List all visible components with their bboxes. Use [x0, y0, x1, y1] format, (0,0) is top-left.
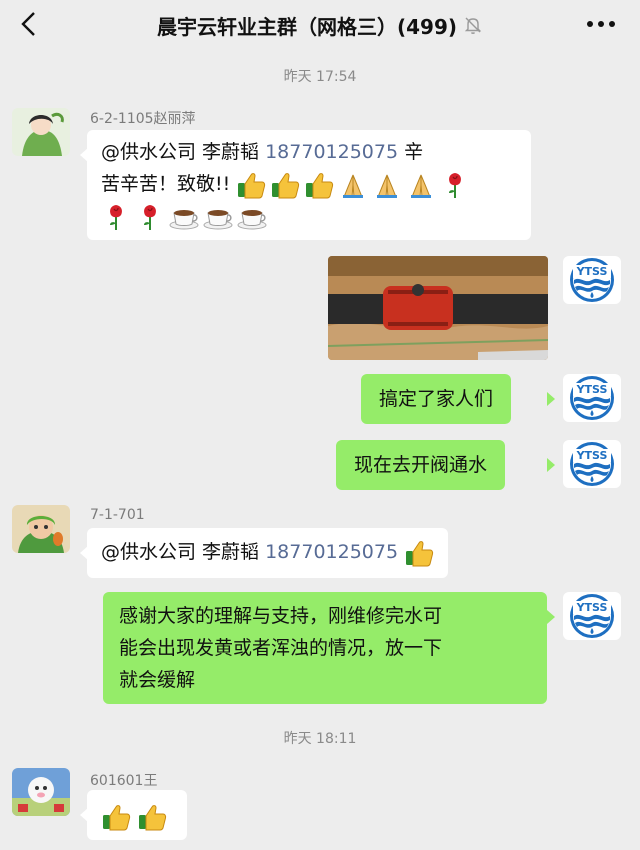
- message-bubble[interactable]: 感谢大家的理解与支持，刚维修完水可 能会出现发黄或者浑浊的情况，放一下 就会缓解: [103, 592, 547, 704]
- chat-title-wrap[interactable]: 晨宇云轩业主群（网格三）(499): [157, 11, 483, 40]
- message-text: @供水公司 李蔚韬: [101, 541, 266, 563]
- message-text: 辛: [398, 141, 424, 163]
- emoji-row: [101, 203, 267, 231]
- message-text: 搞定了家人们: [379, 388, 494, 410]
- bubble-tail: [547, 458, 555, 472]
- thumbs-up-icon: [137, 803, 167, 831]
- emoji-row: [236, 171, 470, 199]
- avatar-ytss[interactable]: YTSS: [563, 592, 621, 640]
- thumbs-up-icon: [304, 171, 334, 199]
- avatar-label: YTSS: [576, 265, 608, 278]
- avatar-ytss[interactable]: YTSS: [563, 374, 621, 422]
- chat-title: 晨宇云轩业主群（网格三）(499): [156, 14, 458, 39]
- sender-name: 6-2-1105赵丽萍: [90, 111, 196, 127]
- pray-icon: [372, 171, 402, 199]
- avatar-ytss[interactable]: YTSS: [563, 440, 621, 488]
- message-bubble[interactable]: @供水公司 李蔚韬 18770125075: [87, 528, 449, 578]
- timestamp: 昨天 18:11: [283, 731, 357, 747]
- avatar[interactable]: [12, 505, 70, 553]
- chevron-left-icon[interactable]: [14, 9, 44, 39]
- tea-icon: [203, 203, 233, 231]
- tea-icon: [237, 203, 267, 231]
- timestamp: 昨天 17:54: [283, 69, 357, 85]
- avatar[interactable]: [12, 768, 70, 816]
- avatar-label: YTSS: [576, 449, 608, 462]
- thumbs-up-icon: [101, 803, 131, 831]
- message-bubble[interactable]: 搞定了家人们: [361, 374, 512, 424]
- sender-name: 7-1-701: [90, 507, 145, 523]
- chat-header: 晨宇云轩业主群（网格三）(499): [0, 0, 640, 50]
- message-bubble[interactable]: 现在去开阀通水: [336, 440, 506, 490]
- more-dots-icon[interactable]: [584, 10, 618, 38]
- pray-icon: [406, 171, 436, 199]
- avatar-label: YTSS: [576, 601, 608, 614]
- message-bubble[interactable]: @供水公司 李蔚韬 18770125075 辛 苦辛苦！致敬!!: [87, 130, 531, 240]
- thumbs-up-icon: [270, 171, 300, 199]
- message-text: 现在去开阀通水: [354, 454, 488, 476]
- avatar-label: YTSS: [576, 383, 608, 396]
- message-bubble[interactable]: [87, 790, 187, 840]
- thumbs-up-icon: [236, 171, 266, 199]
- avatar-ytss[interactable]: YTSS: [563, 256, 621, 304]
- message-text: 感谢大家的理解与支持，刚维修完水可: [119, 605, 443, 627]
- rose-icon: [135, 203, 165, 231]
- tea-icon: [169, 203, 199, 231]
- thumbs-up-icon: [404, 539, 434, 567]
- avatar[interactable]: [12, 108, 70, 156]
- bell-muted-icon: [463, 15, 483, 35]
- rose-icon: [101, 203, 131, 231]
- message-text: @供水公司 李蔚韬: [101, 141, 266, 163]
- message-text: 苦辛苦！致敬!!: [101, 173, 237, 195]
- bubble-tail: [547, 392, 555, 406]
- phone-link[interactable]: 18770125075: [265, 141, 398, 163]
- rose-icon: [440, 171, 470, 199]
- photo-message[interactable]: [328, 256, 548, 360]
- bubble-tail: [547, 610, 555, 624]
- message-text: 就会缓解: [119, 669, 196, 691]
- phone-link[interactable]: 18770125075: [265, 541, 398, 563]
- message-text: 能会出现发黄或者浑浊的情况，放一下: [119, 637, 443, 659]
- sender-name: 601601王: [90, 773, 158, 789]
- photo-pipe-repair-icon: [328, 256, 548, 360]
- pray-icon: [338, 171, 368, 199]
